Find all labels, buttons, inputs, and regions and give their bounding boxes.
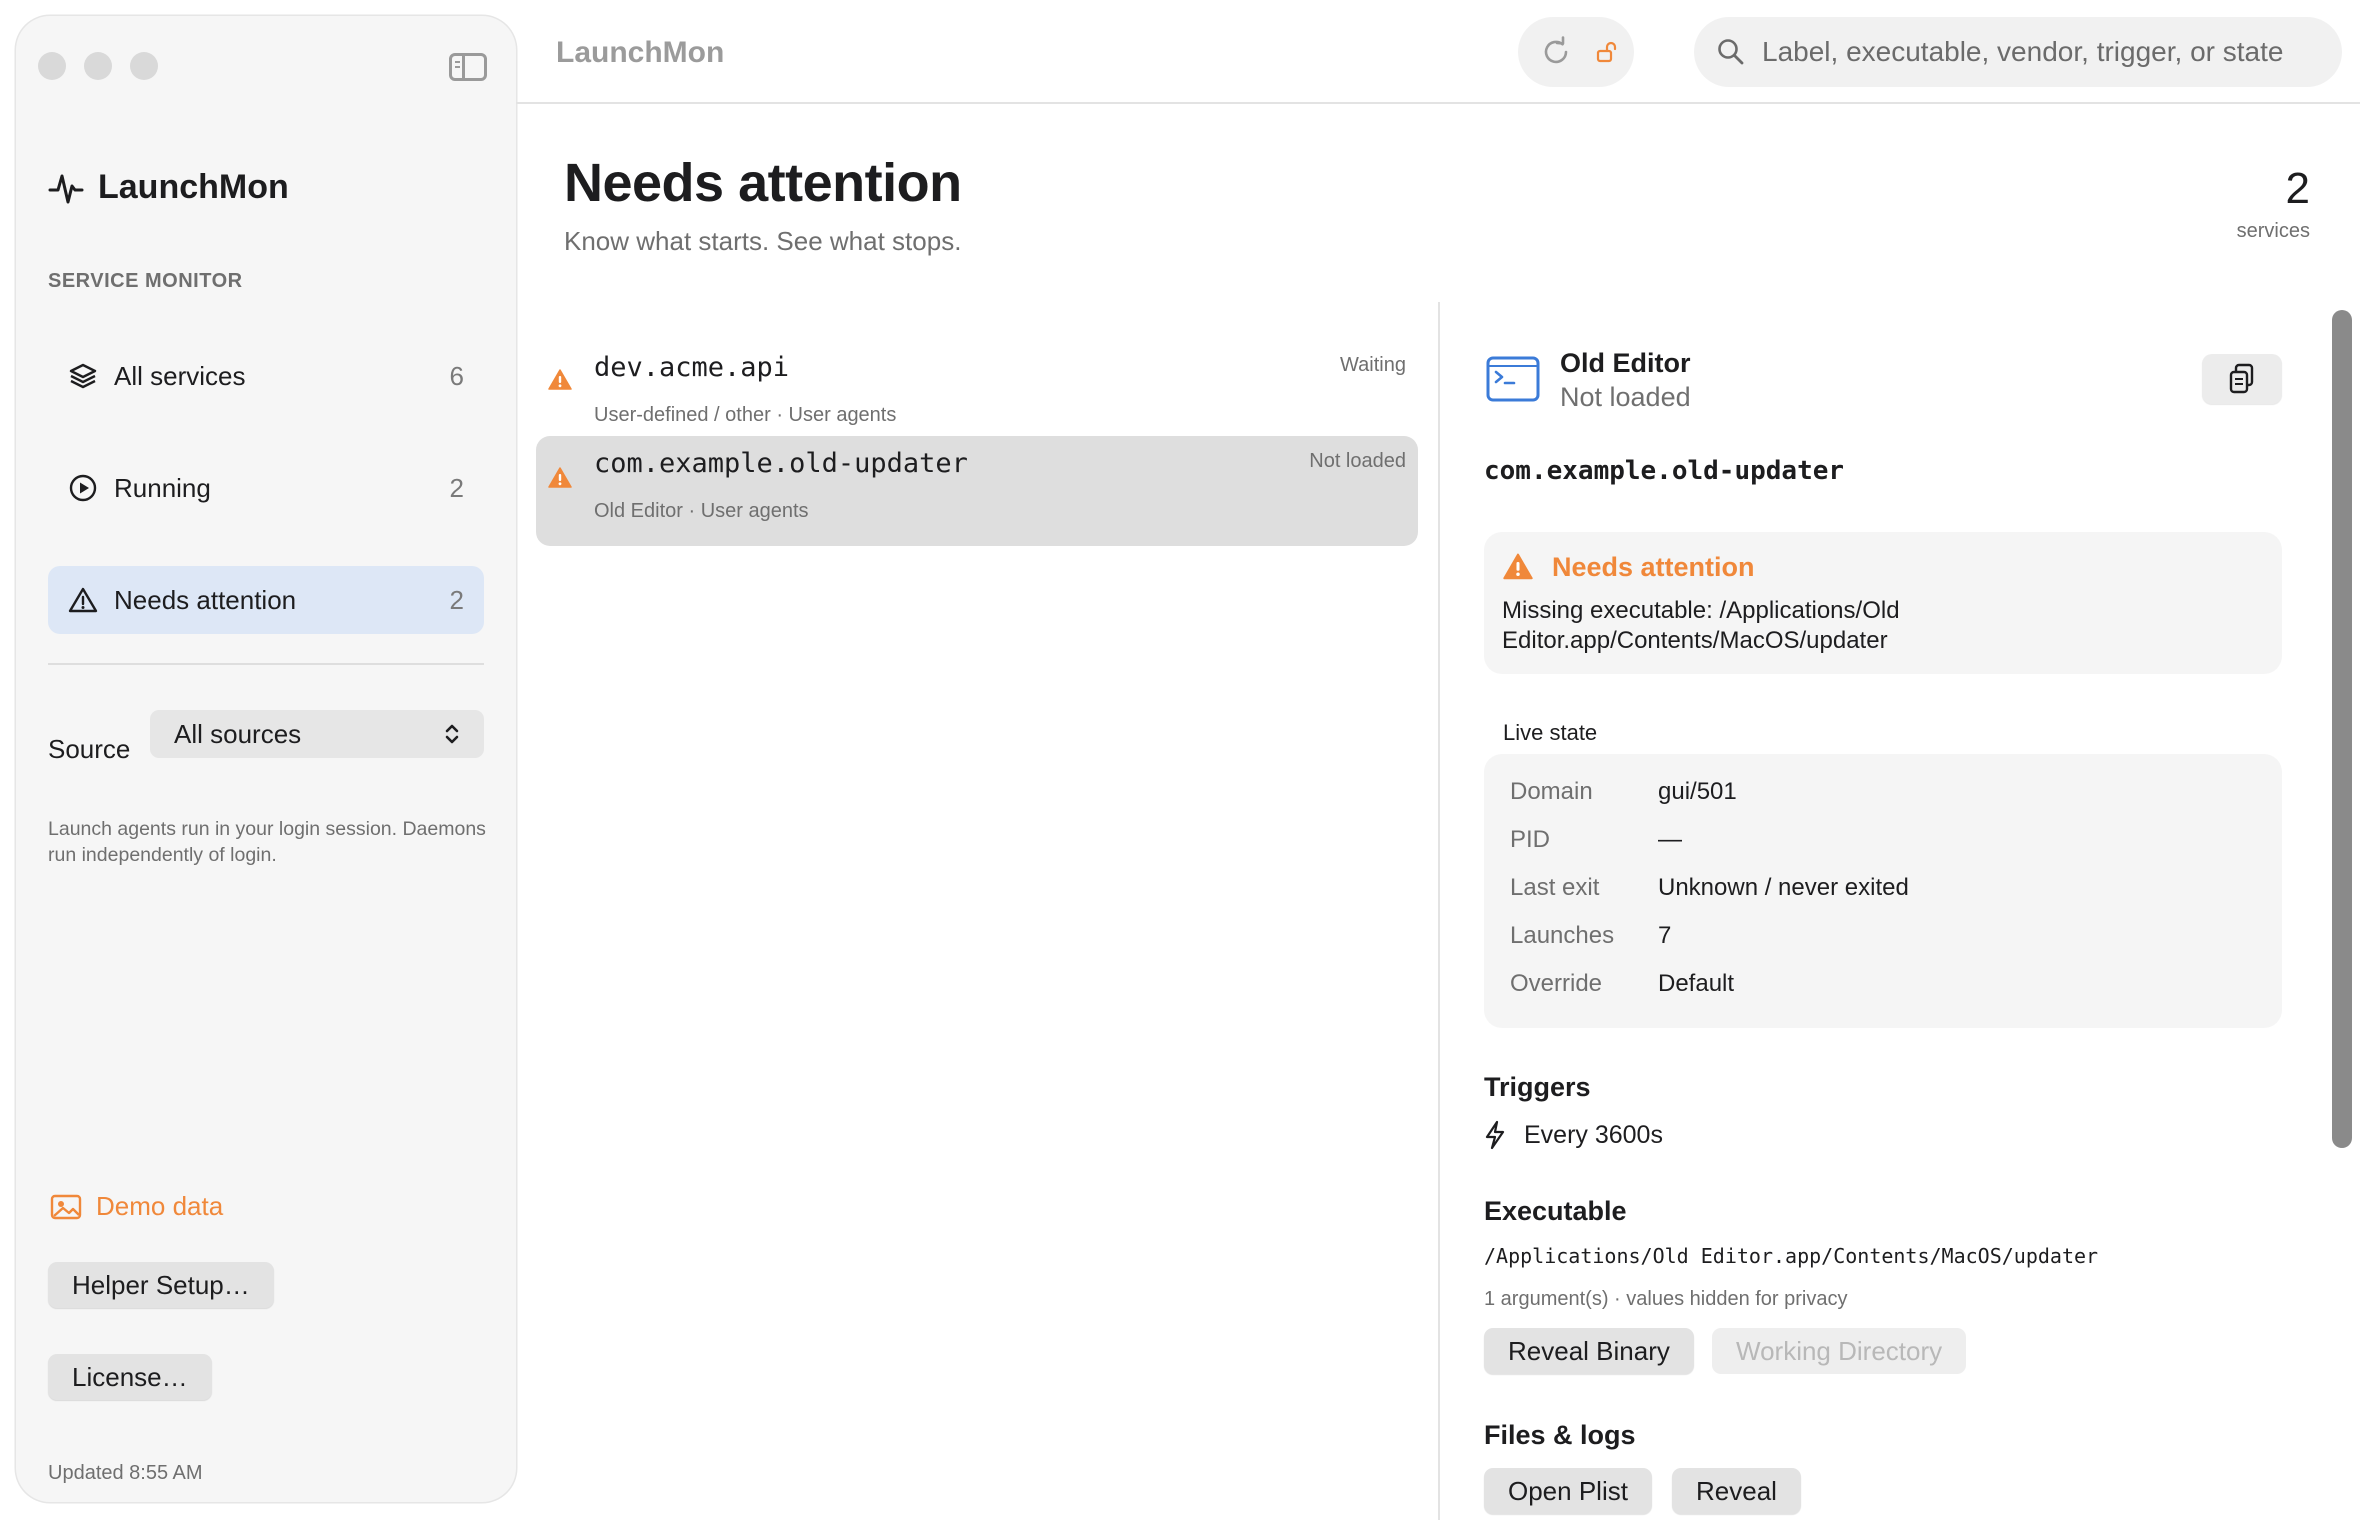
source-select-value: All sources bbox=[174, 718, 302, 749]
sidebar-item-label: All services bbox=[114, 360, 246, 391]
demo-data-indicator[interactable]: Demo data bbox=[50, 1191, 223, 1222]
sidebar-item-count: 2 bbox=[449, 472, 464, 503]
trigger-label: Every 3600s bbox=[1524, 1120, 1663, 1149]
toolbar-button-group bbox=[1518, 17, 1634, 87]
brand: LaunchMon bbox=[48, 168, 289, 207]
layers-icon bbox=[68, 361, 98, 391]
zoom-window-button[interactable] bbox=[130, 52, 158, 80]
photo-icon bbox=[50, 1194, 82, 1219]
sidebar-item-all-services[interactable]: All services 6 bbox=[48, 342, 484, 410]
page-subtitle: Know what starts. See what stops. bbox=[564, 226, 962, 256]
list-item[interactable]: dev.acme.api User-defined / other · User… bbox=[536, 340, 1418, 450]
live-state-key: PID bbox=[1510, 826, 1551, 853]
live-state-value: Unknown / never exited bbox=[1658, 874, 1909, 901]
terminal-icon bbox=[1486, 356, 1540, 402]
live-state-key: Domain bbox=[1510, 778, 1593, 805]
helper-setup-button[interactable]: Helper Setup… bbox=[48, 1262, 274, 1308]
detail-identifier: com.example.old-updater bbox=[1484, 456, 1845, 486]
list-item[interactable]: com.example.old-updater Old Editor · Use… bbox=[536, 436, 1418, 546]
triggers-heading: Triggers bbox=[1484, 1072, 1591, 1102]
play-circle-icon bbox=[68, 473, 98, 503]
live-state-value: 7 bbox=[1658, 922, 1672, 949]
reveal-binary-button[interactable]: Reveal Binary bbox=[1484, 1328, 1694, 1374]
sidebar-toggle-icon[interactable] bbox=[449, 53, 487, 81]
live-state-value: — bbox=[1658, 826, 1682, 853]
service-count-unit: services bbox=[2236, 220, 2310, 242]
source-select[interactable]: All sources bbox=[150, 710, 484, 758]
updown-chevron-icon bbox=[445, 724, 459, 744]
sidebar-divider bbox=[48, 663, 484, 665]
live-state-card: Domain gui/501 PID — Last exit Unknown /… bbox=[1484, 754, 2282, 1028]
bolt-icon bbox=[1485, 1120, 1505, 1150]
live-state-value: gui/501 bbox=[1658, 778, 1737, 805]
warning-icon bbox=[548, 369, 572, 390]
service-subtitle: Old Editor · User agents bbox=[594, 500, 809, 522]
toolbar-separator bbox=[516, 102, 2360, 104]
sidebar-item-running[interactable]: Running 2 bbox=[48, 454, 484, 522]
source-help-text: Launch agents run in your login session.… bbox=[48, 818, 486, 866]
open-plist-button[interactable]: Open Plist bbox=[1484, 1468, 1652, 1514]
attention-title: Needs attention bbox=[1552, 552, 1755, 582]
sidebar-item-count: 6 bbox=[449, 360, 464, 391]
live-state-key: Override bbox=[1510, 970, 1603, 997]
detail-state: Not loaded bbox=[1560, 382, 1691, 412]
source-label: Source bbox=[48, 734, 131, 764]
sidebar: LaunchMon SERVICE MONITOR All services 6… bbox=[16, 16, 516, 1502]
attention-card: Needs attention Missing executable: /App… bbox=[1484, 532, 2282, 674]
executable-heading: Executable bbox=[1484, 1196, 1627, 1226]
search-field[interactable] bbox=[1694, 17, 2342, 87]
copy-icon bbox=[2229, 363, 2254, 394]
service-label: com.example.old-updater bbox=[594, 448, 968, 479]
pane-divider[interactable] bbox=[1438, 302, 1440, 1520]
warning-triangle-icon bbox=[68, 585, 98, 615]
files-logs-heading: Files & logs bbox=[1484, 1420, 1636, 1450]
detail-scrollbar-thumb[interactable] bbox=[2332, 310, 2352, 1148]
minimize-window-button[interactable] bbox=[84, 52, 112, 80]
working-directory-button[interactable]: Working Directory bbox=[1712, 1328, 1967, 1374]
service-count: 2 bbox=[2285, 164, 2310, 213]
refresh-icon[interactable] bbox=[1538, 34, 1574, 70]
updated-timestamp: Updated 8:55 AM bbox=[48, 1462, 203, 1484]
service-subtitle: User-defined / other · User agents bbox=[594, 404, 897, 426]
executable-path: /Applications/Old Editor.app/Contents/Ma… bbox=[1484, 1244, 2099, 1268]
live-state-value: Default bbox=[1658, 970, 1735, 997]
live-state-label: Live state bbox=[1503, 720, 1598, 745]
search-input[interactable] bbox=[1760, 35, 2324, 69]
sidebar-item-label: Running bbox=[114, 472, 211, 503]
sidebar-item-label: Needs attention bbox=[114, 584, 297, 615]
window-title: LaunchMon bbox=[556, 36, 725, 69]
service-label: dev.acme.api bbox=[594, 352, 790, 383]
sidebar-item-needs-attention[interactable]: Needs attention 2 bbox=[48, 566, 484, 634]
executable-args: 1 argument(s) · values hidden for privac… bbox=[1484, 1288, 1848, 1310]
demo-data-label: Demo data bbox=[96, 1191, 224, 1221]
service-state: Waiting bbox=[1340, 354, 1406, 376]
detail-name: Old Editor bbox=[1560, 348, 1691, 378]
attention-message: Missing executable: /Applications/Old Ed… bbox=[1502, 597, 1900, 654]
service-state: Not loaded bbox=[1309, 450, 1406, 472]
warning-icon bbox=[548, 467, 572, 488]
section-label: SERVICE MONITOR bbox=[48, 270, 243, 292]
unlock-icon[interactable] bbox=[1596, 41, 1618, 63]
reveal-button[interactable]: Reveal bbox=[1672, 1468, 1801, 1514]
live-state-key: Last exit bbox=[1510, 874, 1600, 901]
brand-title: LaunchMon bbox=[98, 168, 289, 206]
copy-button[interactable] bbox=[2202, 354, 2282, 404]
trigger-item: Every 3600s bbox=[1484, 1120, 1663, 1150]
close-window-button[interactable] bbox=[38, 52, 66, 80]
sidebar-item-count: 2 bbox=[449, 584, 464, 615]
live-state-key: Launches bbox=[1510, 922, 1615, 949]
search-icon bbox=[1718, 39, 1744, 65]
pulse-icon bbox=[48, 174, 84, 203]
page-title: Needs attention bbox=[564, 153, 962, 213]
license-button[interactable]: License… bbox=[48, 1354, 212, 1400]
warning-icon bbox=[1503, 553, 1533, 580]
